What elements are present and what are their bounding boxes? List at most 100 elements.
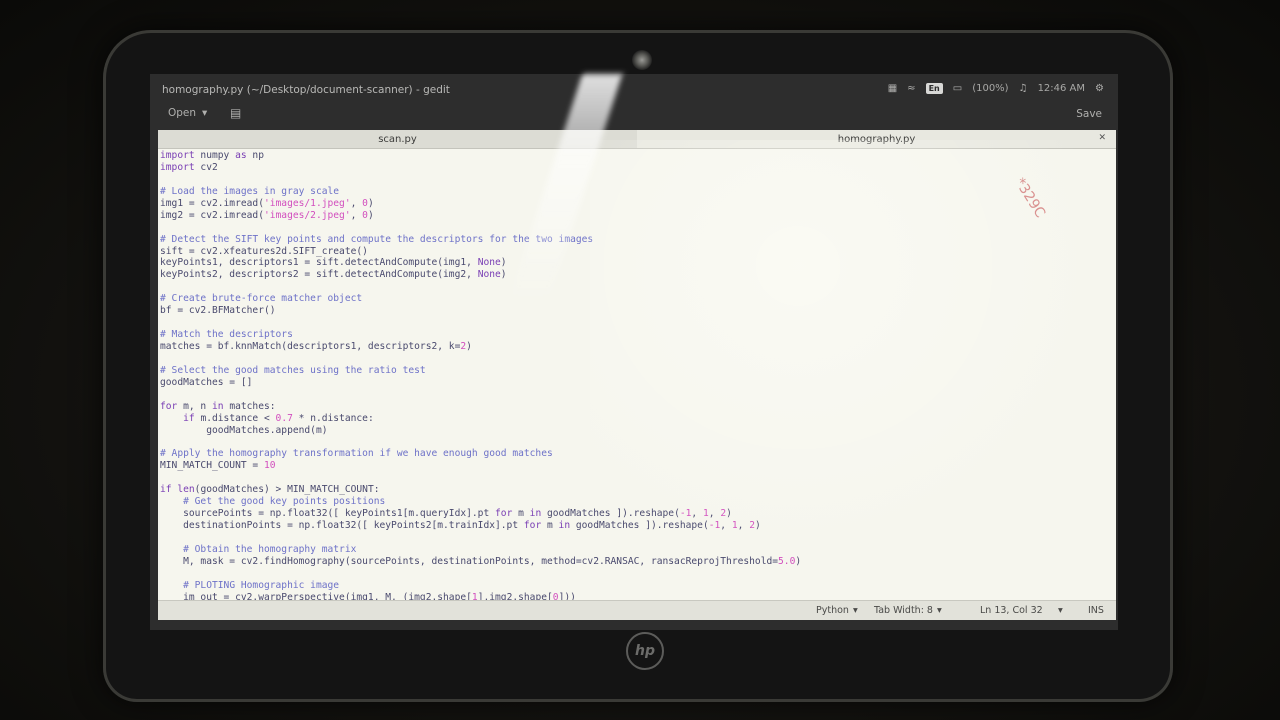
cursor-position[interactable]: Ln 13, Col 32 [980,605,1043,616]
chevron-down-icon: ▾ [936,605,942,616]
battery-icon[interactable]: ▭ [953,83,962,94]
code-token: goodMatches = [] [160,376,253,388]
code-line[interactable]: if len(goodMatches) > MIN_MATCH_COUNT: [160,484,1110,496]
position-dropdown[interactable]: ▾ [1058,605,1063,616]
code-line[interactable]: M, mask = cv2.findHomography(sourcePoint… [160,556,1110,568]
tab-label: homography.py [837,133,916,145]
tab-scan-py[interactable]: scan.py [158,130,637,148]
code-line[interactable] [160,317,1110,329]
code-line[interactable]: # Select the good matches using the rati… [160,365,1110,377]
code-line[interactable]: keyPoints2, descriptors2 = sift.detectAn… [160,269,1110,281]
code-token: None [477,257,501,269]
code-token: , [350,197,363,209]
open-button[interactable]: Open ▾ [168,107,207,119]
code-token: # Select the good matches using the rati… [160,364,426,376]
chevron-down-icon: ▾ [852,605,858,616]
code-line[interactable] [160,472,1110,484]
code-line[interactable]: matches = bf.knnMatch(descriptors1, desc… [160,341,1110,353]
code-line[interactable]: # Obtain the homography matrix [160,544,1110,556]
code-token: for [495,508,513,520]
code-token: cv2 [194,161,218,173]
power-icon[interactable]: ⚙ [1095,83,1104,94]
code-token: ) [726,508,732,520]
code-line[interactable]: goodMatches = [] [160,377,1110,389]
chevron-down-icon: ▾ [1058,605,1063,616]
code-line[interactable]: # Detect the SIFT key points and compute… [160,234,1110,246]
code-line[interactable] [160,222,1110,234]
code-line[interactable]: MIN_MATCH_COUNT = 10 [160,460,1110,472]
code-token: 'images/1.jpeg' [263,197,351,209]
code-token: ],img2.shape[ [477,591,553,600]
code-line[interactable]: import cv2 [160,162,1110,174]
keyboard-layout-indicator[interactable]: En [925,83,943,94]
code-line[interactable]: sift = cv2.xfeatures2d.SIFT_create() [160,246,1110,258]
code-token: for [523,520,542,532]
code-line[interactable] [160,174,1110,186]
code-token: np [246,150,264,161]
code-token: goodMatches ]).reshape( [541,508,680,520]
code-line[interactable]: import numpy as np [160,150,1110,162]
code-line[interactable]: img2 = cv2.imread('images/2.jpeg', 0) [160,210,1110,222]
tab-width-selector[interactable]: Tab Width: 8 ▾ [874,605,942,616]
mail-icon[interactable]: ▦ [888,83,897,94]
code-line[interactable] [160,568,1110,580]
tab-label: scan.py [378,133,417,145]
code-line[interactable] [160,353,1110,365]
code-token: keyPoints1, descriptors1 = sift.detectAn… [160,257,478,269]
code-token: # Load the images in gray scale [160,185,340,197]
window-title: homography.py (~/Desktop/document-scanne… [162,84,450,96]
close-icon[interactable]: ✕ [1098,133,1106,143]
tab-width-label: Tab Width: 8 [874,605,933,616]
code-line[interactable]: # Apply the homography transformation if… [160,448,1110,460]
volume-icon[interactable]: ♫ [1019,83,1028,94]
code-view[interactable]: import numpy as np import cv2 # Load the … [160,150,1110,600]
code-token: # Obtain the homography matrix [183,543,357,555]
code-token: # Create brute-force matcher object [160,293,363,305]
webcam-icon [632,50,652,70]
code-token: ) [500,257,507,269]
clock[interactable]: 12:46 AM [1038,83,1085,94]
wifi-icon[interactable]: ≈ [907,83,915,94]
code-token: goodMatches.append(m) [160,424,328,436]
code-line[interactable]: bf = cv2.BFMatcher() [160,305,1110,317]
code-line[interactable]: im_out = cv2.warpPerspective(img1, M, (i… [160,592,1110,600]
code-token: ])) [558,591,576,600]
code-line[interactable] [160,532,1110,544]
hp-logo-icon: hp [626,632,664,670]
code-line[interactable]: if m.distance < 0.7 * n.distance: [160,413,1110,425]
language-selector[interactable]: Python ▾ [816,605,858,616]
code-line[interactable]: sourcePoints = np.float32([ keyPoints1[m… [160,508,1110,520]
code-token: , [708,508,721,520]
new-document-icon[interactable]: ▤ [230,106,241,120]
save-button[interactable]: Save [1076,108,1102,120]
code-line[interactable]: goodMatches.append(m) [160,425,1110,437]
tab-bar: scan.py homography.py ✕ [158,130,1116,149]
code-line[interactable] [160,437,1110,449]
code-line[interactable]: for m, n in matches: [160,401,1110,413]
code-line[interactable]: # Match the descriptors [160,329,1110,341]
code-token: # PLOTING Homographic image [183,579,340,591]
code-token: # Get the good key points positions [183,496,386,508]
code-line[interactable] [160,281,1110,293]
tab-homography-py[interactable]: homography.py ✕ [637,130,1116,148]
code-token: m, n [177,400,212,412]
code-token: 0.7 [275,412,293,424]
code-line[interactable]: keyPoints1, descriptors1 = sift.detectAn… [160,257,1110,269]
code-token: destinationPoints = np.float32([ keyPoin… [160,520,524,532]
code-token: # Detect the SIFT key points and compute… [160,233,594,245]
code-line[interactable]: # PLOTING Homographic image [160,580,1110,592]
code-line[interactable]: # Load the images in gray scale [160,186,1110,198]
code-line[interactable]: destinationPoints = np.float32([ keyPoin… [160,520,1110,532]
code-line[interactable]: img1 = cv2.imread('images/1.jpeg', 0) [160,198,1110,210]
code-token: None [477,269,501,281]
code-token: MIN_MATCH_COUNT = [160,460,264,472]
code-token: in [558,520,571,532]
code-line[interactable]: # Get the good key points positions [160,496,1110,508]
code-token: -1 [708,520,721,532]
insert-mode-indicator[interactable]: INS [1088,605,1104,616]
code-line[interactable] [160,389,1110,401]
code-line[interactable]: # Create brute-force matcher object [160,293,1110,305]
code-token: matches: [223,400,276,412]
